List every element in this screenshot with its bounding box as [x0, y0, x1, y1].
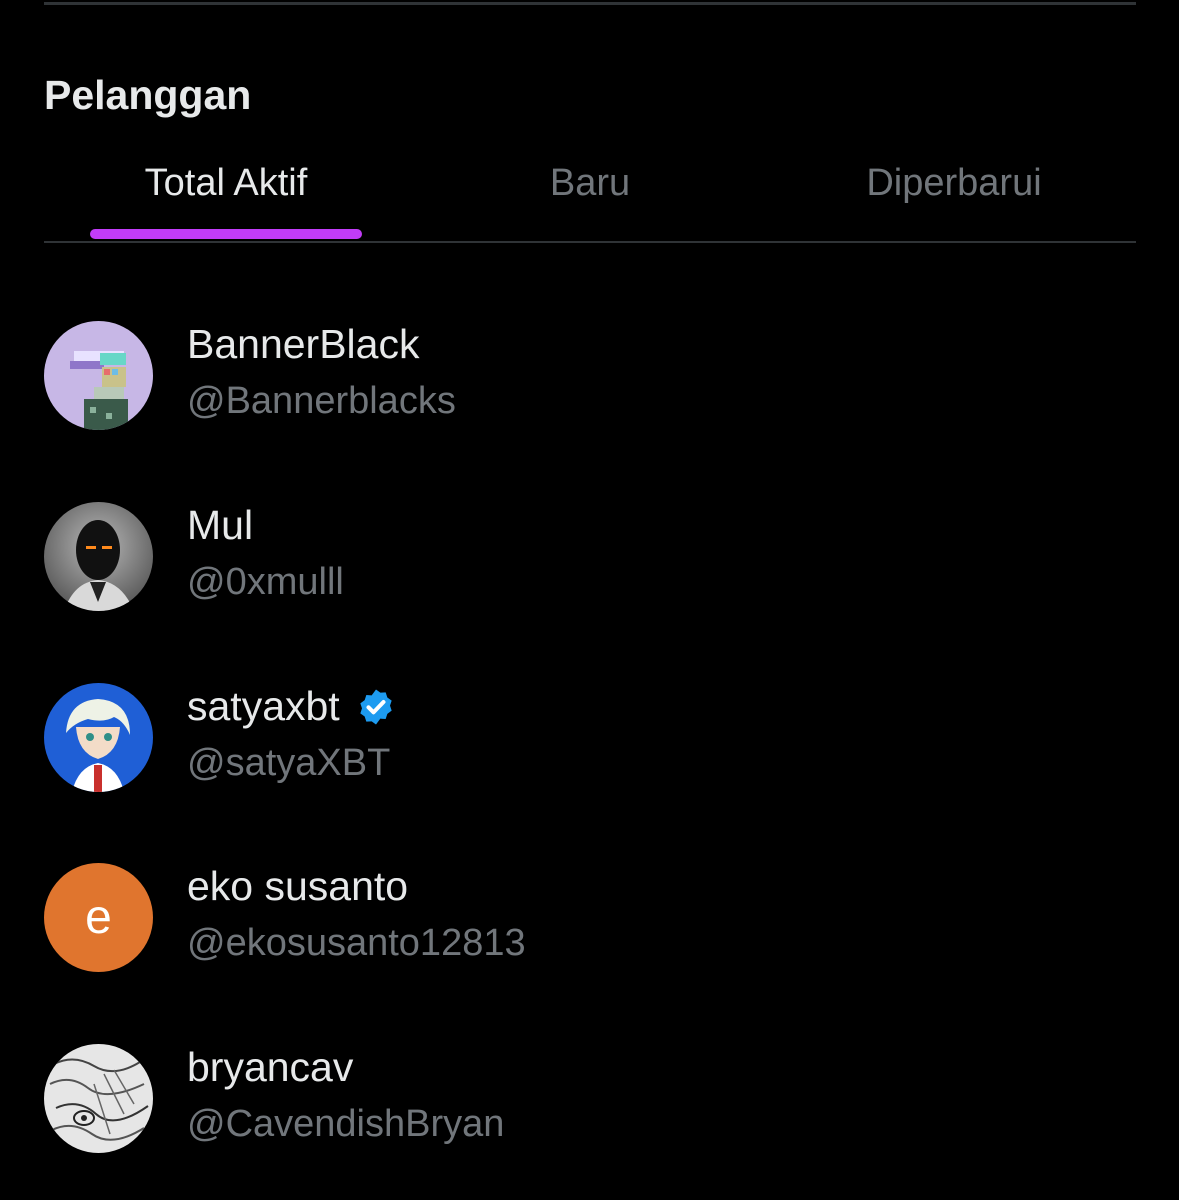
subscriber-row[interactable]: bryancav @CavendishBryan: [44, 1044, 1136, 1164]
subscriber-row[interactable]: e eko susanto @ekosusanto12813: [44, 863, 1136, 983]
subscriber-handle: @CavendishBryan: [187, 1103, 505, 1145]
sketch-avatar[interactable]: [44, 1044, 153, 1153]
subscriber-row[interactable]: BannerBlack @Bannerblacks: [44, 321, 1136, 441]
subscriber-name: Mul: [187, 502, 254, 548]
subscriber-handle: @0xmulll: [187, 561, 344, 603]
subscriber-row[interactable]: satyaxbt @satyaXBT: [44, 683, 1136, 803]
subscriber-name: satyaxbt: [187, 683, 340, 729]
tab-label: Total Aktif: [144, 162, 308, 204]
subscriber-name: BannerBlack: [187, 321, 420, 367]
subscriber-name: eko susanto: [187, 863, 409, 909]
tab-label: Diperbarui: [866, 162, 1042, 204]
tab-label: Baru: [549, 162, 631, 204]
tab-total-aktif[interactable]: Total Aktif: [44, 145, 408, 241]
active-tab-indicator: [90, 229, 362, 239]
section-title: Pelanggan: [44, 72, 252, 118]
top-divider: [44, 2, 1136, 5]
subscriber-handle: @satyaXBT: [187, 742, 391, 784]
tab-bar: Total Aktif Baru Diperbarui: [44, 145, 1136, 243]
tab-diperbarui[interactable]: Diperbarui: [772, 145, 1136, 241]
tab-baru[interactable]: Baru: [408, 145, 772, 241]
subscriber-handle: @ekosusanto12813: [187, 922, 526, 964]
anime-avatar[interactable]: [44, 683, 153, 792]
verified-badge-icon: [360, 689, 392, 724]
robot-avatar[interactable]: [44, 502, 153, 611]
letter-avatar[interactable]: e: [44, 863, 153, 972]
subscriber-row[interactable]: Mul @0xmulll: [44, 502, 1136, 622]
pixel-art-avatar[interactable]: [44, 321, 153, 430]
subscriber-handle: @Bannerblacks: [187, 380, 456, 422]
subscriber-name: bryancav: [187, 1044, 354, 1090]
